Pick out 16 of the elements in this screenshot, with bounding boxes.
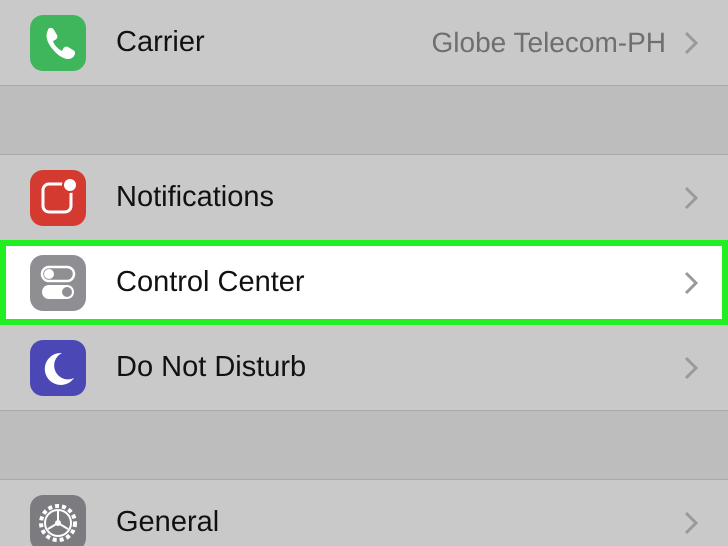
row-label: Notifications (116, 180, 274, 215)
chevron-icon (684, 270, 698, 294)
chevron-icon (684, 30, 698, 54)
settings-row[interactable]: Notifications (0, 155, 728, 240)
settings-row[interactable]: General (0, 480, 728, 546)
row-label: Do Not Disturb (116, 350, 306, 385)
settings-row[interactable]: Do Not Disturb (0, 325, 728, 410)
row-label: Control Center (116, 264, 305, 300)
highlighted-settings-row[interactable]: Control Center (0, 240, 728, 325)
row-label: General (116, 504, 220, 540)
row-value: Globe Telecom-PH (432, 26, 666, 60)
chevron-icon (684, 510, 698, 534)
chevron-icon (684, 186, 698, 210)
row-label: Carrier (116, 24, 205, 60)
chevron-icon (684, 356, 698, 380)
settings-row[interactable]: Carrier Globe Telecom-PH (0, 0, 728, 85)
